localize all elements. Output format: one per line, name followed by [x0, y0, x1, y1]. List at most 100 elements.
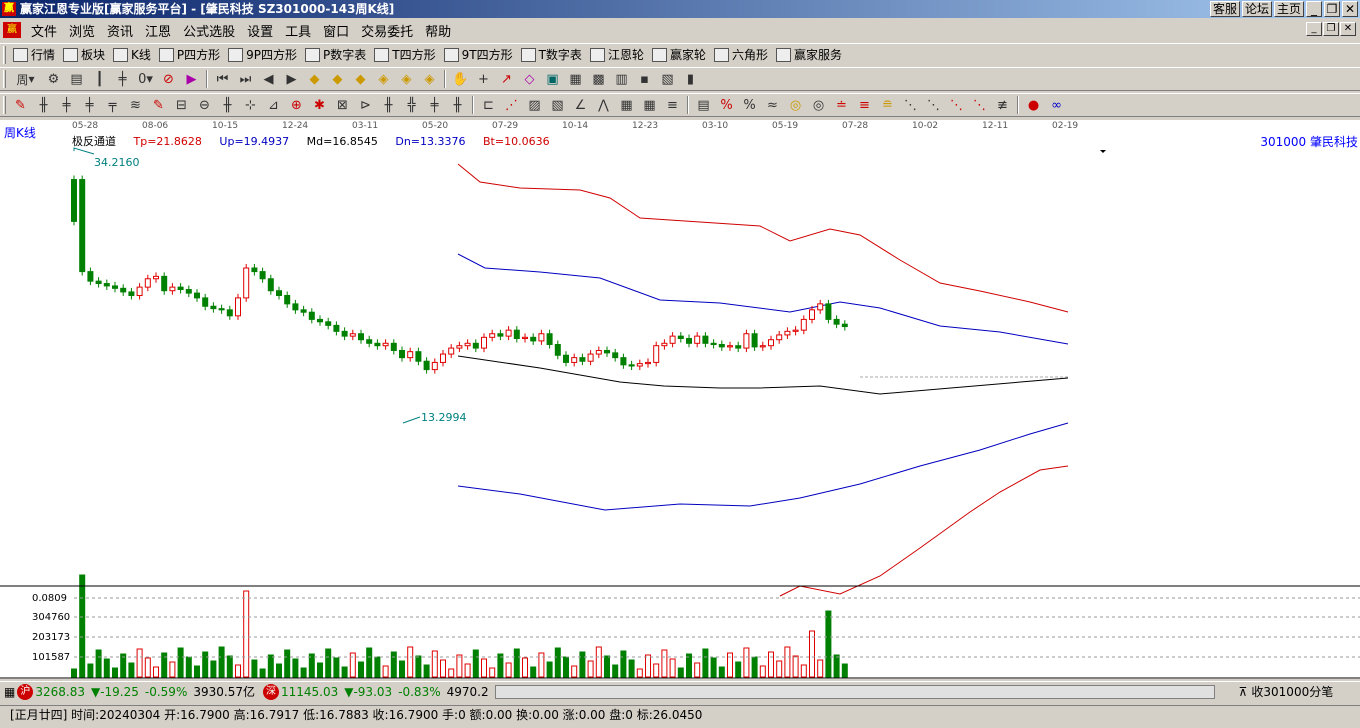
tool-32-icon[interactable]: ≈ [763, 95, 783, 115]
tool-39-icon[interactable]: ⋱ [924, 95, 944, 115]
percent-icon[interactable]: % [740, 95, 760, 115]
hand-icon[interactable]: ✋ [451, 69, 471, 89]
tool-19-icon[interactable]: ╫ [448, 95, 468, 115]
home-button[interactable]: 主页 [1273, 1, 1304, 17]
toolbar-item-12[interactable]: 赢家服务 [772, 46, 846, 63]
truck-icon[interactable]: ▮ [681, 69, 701, 89]
toolbar-item-10[interactable]: 赢家轮 [648, 46, 710, 63]
tool-7-icon[interactable]: ⊟ [172, 95, 192, 115]
diamond2-icon[interactable]: ◆ [328, 69, 348, 89]
shape-icon[interactable]: ◇ [520, 69, 540, 89]
mdi-restore-icon[interactable]: ❐ [1323, 22, 1339, 36]
tool-23-icon[interactable]: ▧ [548, 95, 568, 115]
period-select[interactable]: 周 ▾ [11, 69, 41, 89]
settings-icon[interactable]: ⚙ [44, 69, 64, 89]
diamond5-icon[interactable]: ◈ [397, 69, 417, 89]
tool-29-icon[interactable]: ▤ [694, 95, 714, 115]
mdi-app-icon[interactable]: 赢 [3, 22, 21, 38]
tool-12-icon[interactable]: ⊕ [287, 95, 307, 115]
grid-icon[interactable]: ▦ [4, 685, 15, 699]
bars-icon[interactable]: ┃ [90, 69, 110, 89]
tool-41-icon[interactable]: ⋱ [970, 95, 990, 115]
toolbar-item-3[interactable]: P四方形 [155, 46, 224, 63]
tool-16-icon[interactable]: ╫ [379, 95, 399, 115]
menu-trade[interactable]: 交易委托 [355, 21, 419, 40]
first-icon[interactable]: ⏮ [213, 69, 233, 89]
tool-25-icon[interactable]: ⋀ [594, 95, 614, 115]
tool-18-icon[interactable]: ╪ [425, 95, 445, 115]
menu-window[interactable]: 窗口 [317, 21, 355, 40]
toolbar-item-11[interactable]: 六角形 [710, 46, 772, 63]
diamond3-icon[interactable]: ◆ [351, 69, 371, 89]
pen-icon[interactable]: ✎ [11, 95, 31, 115]
tool-1-icon[interactable]: ╫ [34, 95, 54, 115]
tool-35-icon[interactable]: ≐ [832, 95, 852, 115]
tool-21-icon[interactable]: ⋰ [502, 95, 522, 115]
table-icon[interactable]: ▥ [612, 69, 632, 89]
tool-22-icon[interactable]: ▨ [525, 95, 545, 115]
mdi-close-icon[interactable]: ✕ [1340, 22, 1356, 36]
toolbar-item-5[interactable]: P数字表 [301, 46, 370, 63]
tool-20-icon[interactable]: ⊏ [479, 95, 499, 115]
tool-9-icon[interactable]: ╫ [218, 95, 238, 115]
tool-11-icon[interactable]: ⊿ [264, 95, 284, 115]
menu-help[interactable]: 帮助 [419, 21, 457, 40]
infinity-icon[interactable]: ∞ [1047, 95, 1067, 115]
forum-button[interactable]: 论坛 [1241, 1, 1272, 17]
tool-42-icon[interactable]: ≢ [993, 95, 1013, 115]
next-icon[interactable]: ▶ [282, 69, 302, 89]
close-icon[interactable]: ✕ [1342, 1, 1358, 17]
tool-5-icon[interactable]: ≋ [126, 95, 146, 115]
flag-icon[interactable]: ▶ [182, 69, 202, 89]
menu-tools[interactable]: 工具 [279, 21, 317, 40]
calc-icon[interactable]: ▩ [589, 69, 609, 89]
tool-37-icon[interactable]: ≘ [878, 95, 898, 115]
toolbar-item-7[interactable]: 9T四方形 [440, 46, 517, 63]
page-icon[interactable]: ▤ [67, 69, 87, 89]
menu-gann[interactable]: 江恩 [139, 21, 177, 40]
kline-chart[interactable]: 05-28 08-06 10-15 12-24 03-11 05-20 07-29 10-14… [0, 120, 1360, 679]
save-icon[interactable]: ▪ [635, 69, 655, 89]
candles-icon[interactable]: ╪ [113, 69, 133, 89]
no-icon[interactable]: ⊘ [159, 69, 179, 89]
menu-settings[interactable]: 设置 [241, 21, 279, 40]
restore-icon[interactable]: ❐ [1324, 1, 1340, 17]
crosshair-icon[interactable]: + [474, 69, 494, 89]
pattern-icon[interactable]: ▣ [543, 69, 563, 89]
toolbar-item-2[interactable]: K线 [109, 46, 155, 63]
tool-33-icon[interactable]: ◎ [786, 95, 806, 115]
tool-36-icon[interactable]: ≡ [855, 95, 875, 115]
tool-8-icon[interactable]: ⊖ [195, 95, 215, 115]
tool-4-icon[interactable]: ╤ [103, 95, 123, 115]
tool-10-icon[interactable]: ⊹ [241, 95, 261, 115]
menu-browse[interactable]: 浏览 [63, 21, 101, 40]
tool-27-icon[interactable]: ▦ [640, 95, 660, 115]
tool-38-icon[interactable]: ⋱ [901, 95, 921, 115]
tool-28-icon[interactable]: ≡ [663, 95, 683, 115]
tool-24-icon[interactable]: ∠ [571, 95, 591, 115]
toolbar-item-8[interactable]: T数字表 [517, 46, 586, 63]
status-scrollbar[interactable] [494, 684, 1215, 699]
tool-15-icon[interactable]: ⊳ [356, 95, 376, 115]
menu-formula[interactable]: 公式选股 [177, 21, 241, 40]
trend-icon[interactable]: ↗ [497, 69, 517, 89]
diamond4-icon[interactable]: ◈ [374, 69, 394, 89]
last-icon[interactable]: ⏭ [236, 69, 256, 89]
tool-13-icon[interactable]: ✱ [310, 95, 330, 115]
tool-14-icon[interactable]: ⊠ [333, 95, 353, 115]
tool-30-icon[interactable]: % [717, 95, 737, 115]
ticker-icon[interactable]: ⊼ [1239, 685, 1248, 699]
toolbar-item-9[interactable]: 江恩轮 [586, 46, 648, 63]
mdi-minimize-icon[interactable]: _ [1306, 22, 1322, 36]
tool-6-icon[interactable]: ✎ [149, 95, 169, 115]
menu-info[interactable]: 资讯 [101, 21, 139, 40]
menu-file[interactable]: 文件 [25, 21, 63, 40]
service-button[interactable]: 客服 [1209, 1, 1240, 17]
network-icon[interactable]: ▧ [658, 69, 678, 89]
calendar-icon[interactable]: ▦ [566, 69, 586, 89]
diamond1-icon[interactable]: ◆ [305, 69, 325, 89]
toolbar-item-4[interactable]: 9P四方形 [224, 46, 301, 63]
zero-select-icon[interactable]: 0▾ [136, 69, 156, 89]
toolbar-item-6[interactable]: T四方形 [370, 46, 439, 63]
tool-2-icon[interactable]: ╪ [57, 95, 77, 115]
